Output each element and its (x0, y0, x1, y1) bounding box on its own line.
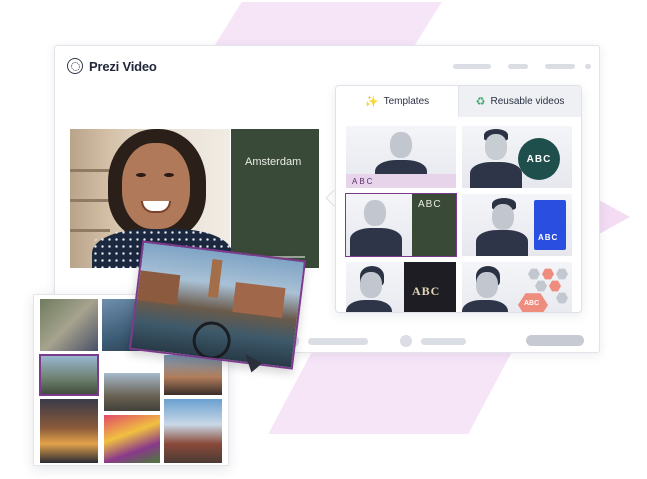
figure-head (492, 204, 514, 230)
figure-head (360, 272, 382, 298)
photo-building (232, 282, 286, 318)
collage-photo[interactable] (40, 299, 98, 351)
template-board: ABC (412, 194, 456, 256)
brand-name: Prezi Video (89, 58, 157, 74)
template-tile[interactable]: ABC (346, 126, 456, 188)
dragged-photo[interactable] (128, 240, 307, 370)
figure-body (346, 300, 392, 312)
recycle-icon: ♻ (475, 96, 486, 108)
shelf (70, 229, 110, 232)
panel-tabs: ✨ Templates ♻ Reusable videos (336, 86, 581, 117)
template-label: ABC (524, 300, 540, 307)
figure-body (350, 228, 402, 256)
figure-head (476, 272, 498, 298)
prezi-logo-icon (67, 58, 83, 74)
brand: Prezi Video (67, 58, 157, 74)
tab-reusable-videos[interactable]: ♻ Reusable videos (458, 86, 581, 117)
collage-photo-selected[interactable] (39, 354, 99, 396)
photo-bicycle-wheel (190, 319, 233, 362)
title-overlay-panel[interactable]: Amsterdam (231, 129, 319, 268)
nav-placeholder-4[interactable] (585, 64, 591, 69)
marketing-illustration: Prezi Video Amsterdam ✨ Templates ♻ Reus… (0, 0, 647, 479)
collage-photo[interactable] (104, 373, 160, 411)
figure-head (390, 132, 412, 158)
template-tile-selected[interactable]: ABC (345, 193, 457, 257)
nav-placeholder-1[interactable] (453, 64, 491, 69)
template-label: ABC (418, 199, 442, 210)
tab-templates[interactable]: ✨ Templates (336, 86, 458, 117)
magic-wand-icon: ✨ (364, 96, 379, 108)
presenter-face (122, 143, 190, 229)
collage-photo[interactable] (104, 415, 160, 463)
template-tile[interactable]: ABC (462, 194, 572, 256)
figure-head (485, 134, 507, 160)
template-label: ABC (412, 284, 441, 298)
control-dot[interactable] (400, 335, 412, 347)
control-placeholder[interactable] (421, 338, 466, 345)
template-tile[interactable]: ABC (462, 262, 572, 312)
decor-shape-bottom (268, 352, 512, 434)
collage-photo[interactable] (164, 355, 222, 395)
template-label: ABC (538, 233, 559, 242)
tab-templates-label: Templates (383, 96, 430, 107)
template-board: ABC (404, 262, 456, 312)
collage-photo[interactable] (164, 399, 222, 463)
presenter-eye (136, 173, 146, 177)
decor-shape-top (214, 2, 442, 46)
template-grid: ABC ABC ABC ABC ABC ABC (345, 126, 573, 312)
control-placeholder[interactable] (308, 338, 368, 345)
presenter-eye (164, 173, 174, 177)
shelf (70, 169, 110, 172)
figure-head (364, 200, 386, 226)
template-tile[interactable]: ABC (346, 262, 456, 312)
template-tile[interactable]: ABC (462, 126, 572, 188)
photo-tower (207, 259, 223, 298)
templates-panel: ✨ Templates ♻ Reusable videos ABC ABC AB… (335, 85, 582, 313)
template-circle: ABC (518, 138, 560, 180)
figure-body (476, 230, 528, 256)
tab-reusable-videos-label: Reusable videos (490, 96, 565, 107)
nav-placeholder-3[interactable] (545, 64, 575, 69)
figure-body (462, 300, 508, 312)
shelf (70, 199, 110, 202)
figure-body (470, 162, 522, 188)
control-button[interactable] (526, 335, 584, 346)
template-label: ABC (346, 174, 456, 188)
photo-building (136, 270, 181, 306)
template-label: ABC (526, 153, 552, 165)
template-book: ABC (534, 200, 566, 250)
nav-placeholder-2[interactable] (508, 64, 528, 69)
collage-photo[interactable] (40, 399, 98, 463)
overlay-title: Amsterdam (245, 156, 302, 168)
